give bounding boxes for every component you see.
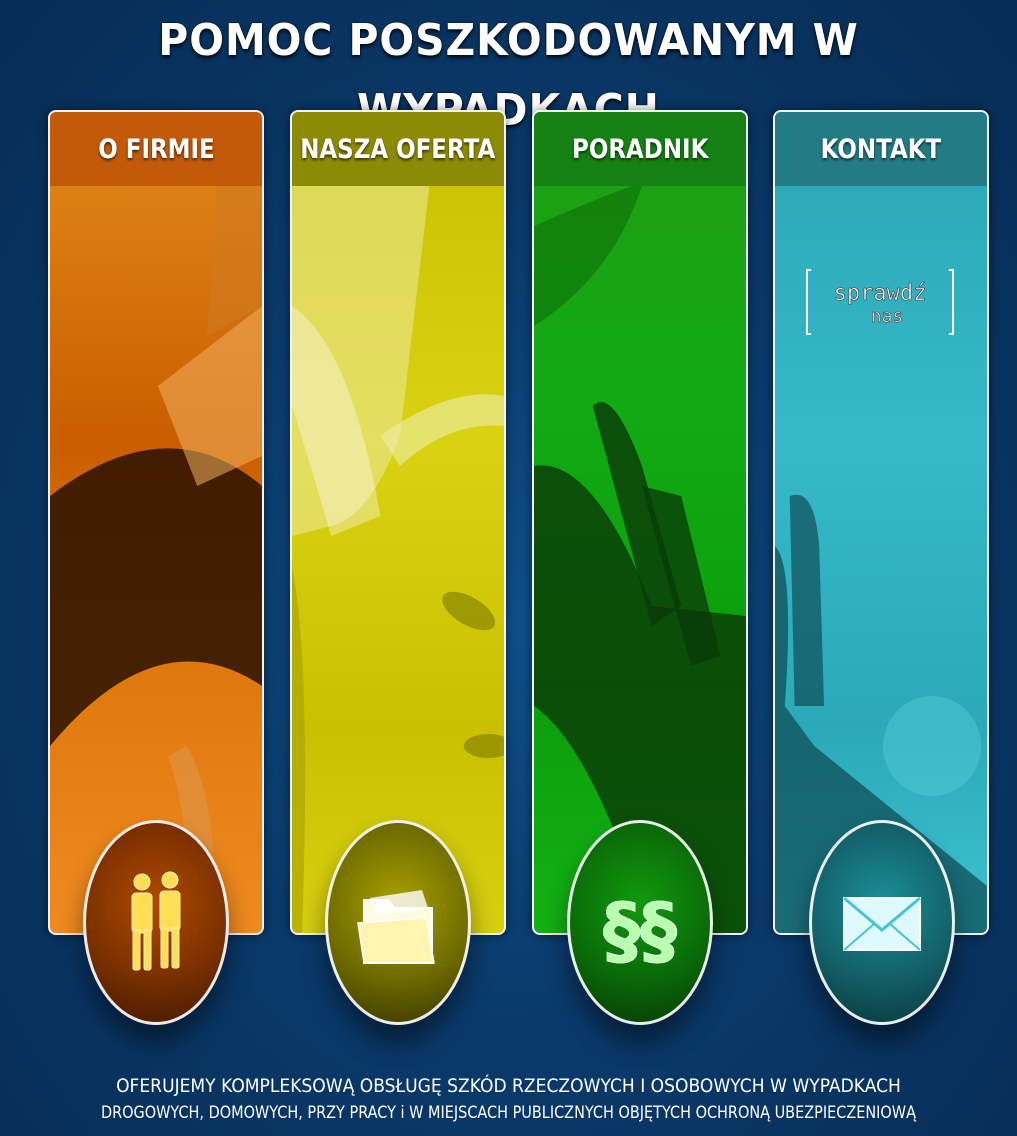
o-firmie-orb[interactable] bbox=[83, 820, 229, 1025]
people-icon bbox=[131, 871, 181, 970]
page-title: POMOC POSZKODOWANYM W WYPADKACH bbox=[158, 15, 859, 136]
footer-line-2: DROGOWYCH, DOMOWYCH, PRZY PRACY i W MIEJ… bbox=[101, 1103, 916, 1123]
stamp-logo: sprawdź nas bbox=[806, 269, 954, 335]
nav-panel-o-firmie[interactable]: O FIRMIE bbox=[48, 110, 264, 935]
footer-text: OFERUJEMY KOMPLEKSOWĄ OBSŁUGĘ SZKÓD RZEC… bbox=[0, 1072, 1017, 1126]
kontakt-orb[interactable] bbox=[809, 820, 955, 1025]
footer-line-1: OFERUJEMY KOMPLEKSOWĄ OBSŁUGĘ SZKÓD RZEC… bbox=[116, 1075, 901, 1097]
nav-panel-kontakt[interactable]: sprawdź nas KONTAKT bbox=[773, 110, 989, 935]
svg-text:§§: §§ bbox=[603, 888, 677, 974]
panel-header[interactable]: O FIRMIE bbox=[50, 112, 262, 186]
nasza-oferta-orb[interactable] bbox=[325, 820, 471, 1025]
panel-header[interactable]: KONTAKT bbox=[775, 112, 987, 186]
folder-icon bbox=[357, 889, 435, 964]
nav-panel-nasza-oferta[interactable]: NASZA OFERTA bbox=[290, 110, 506, 935]
stamp-sub-text: nas bbox=[871, 306, 904, 327]
paragraph-icon: §§ bbox=[603, 887, 678, 974]
nav-panel-poradnik[interactable]: PORADNIK bbox=[532, 110, 748, 935]
panel-header[interactable]: NASZA OFERTA bbox=[292, 112, 504, 186]
envelope-icon bbox=[843, 896, 921, 951]
stamp-main-text: sprawdź bbox=[834, 281, 927, 306]
panel-header[interactable]: PORADNIK bbox=[534, 112, 746, 186]
poradnik-orb[interactable]: §§ bbox=[567, 820, 713, 1025]
